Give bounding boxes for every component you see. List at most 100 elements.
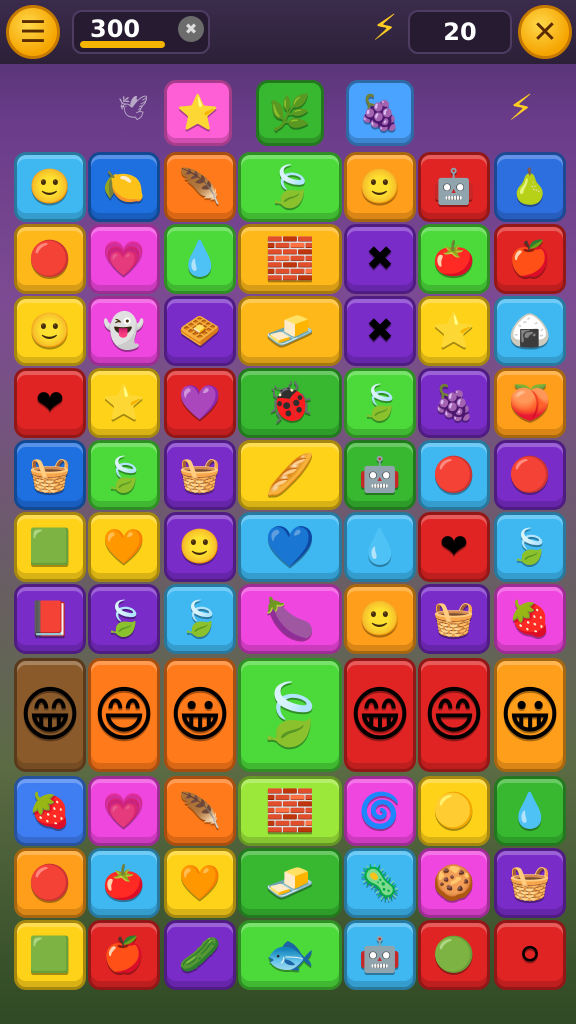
tile-b2c7[interactable]: 🧺: [494, 848, 566, 918]
tile-r5c5[interactable]: 🤖: [344, 440, 416, 510]
tile-r7c6[interactable]: 🧺: [418, 584, 490, 654]
booster-icon[interactable]: ⚡: [508, 88, 533, 129]
tile-t5[interactable]: 😁: [344, 658, 416, 772]
tile-r3c6[interactable]: ⭐: [418, 296, 490, 366]
purple-germ-icon: 🦠: [358, 863, 402, 903]
tile-r3c1[interactable]: 🙂: [14, 296, 86, 366]
tile-t6[interactable]: 😄: [418, 658, 490, 772]
tile-r6c7[interactable]: 🍃: [494, 512, 566, 582]
tile-b2c6[interactable]: 🍪: [418, 848, 490, 918]
orange-brick-icon: 🧈: [265, 308, 315, 354]
tile-r7c5[interactable]: 🙂: [344, 584, 416, 654]
tile-r3c5[interactable]: ✖: [344, 296, 416, 366]
tile-b1c2[interactable]: 💗: [88, 776, 160, 846]
pink-apple-icon: 🍎: [102, 935, 146, 975]
star-candy-icon: ⭐: [176, 93, 220, 133]
tile-b2c1[interactable]: 🔴: [14, 848, 86, 918]
tile-b3c4[interactable]: 🐟: [238, 920, 342, 990]
tile-r7c1[interactable]: 📕: [14, 584, 86, 654]
tile-r5c6[interactable]: 🔴: [418, 440, 490, 510]
tile-r5c3[interactable]: 🧺: [164, 440, 236, 510]
tile-r5c7[interactable]: 🔴: [494, 440, 566, 510]
tile-b3c7[interactable]: ⚪: [494, 920, 566, 990]
tile-r7c4[interactable]: 🍆: [238, 584, 342, 654]
tile-r4c1[interactable]: ❤: [14, 368, 86, 438]
tile-r2c1[interactable]: 🔴: [14, 224, 86, 294]
tile-b3c3[interactable]: 🥒: [164, 920, 236, 990]
tile-r4c6[interactable]: 🍇: [418, 368, 490, 438]
tile-r4c4[interactable]: 🐞: [238, 368, 342, 438]
score-close-icon[interactable]: ✖: [178, 16, 204, 42]
tile-b2c3[interactable]: 🧡: [164, 848, 236, 918]
tile-r7c7[interactable]: 🍓: [494, 584, 566, 654]
purple-berry-icon: 🍇: [358, 93, 402, 133]
tile-b3c6[interactable]: 🟢: [418, 920, 490, 990]
tile-r1c2[interactable]: 🍋: [88, 152, 160, 222]
tile-r6c1[interactable]: 🟩: [14, 512, 86, 582]
pink-heart-icon: 💗: [102, 239, 146, 279]
tile-r1c7[interactable]: 🍐: [494, 152, 566, 222]
tile-b1c7[interactable]: 💧: [494, 776, 566, 846]
tile-b1c5[interactable]: 🌀: [344, 776, 416, 846]
tile-b1c3[interactable]: 🪶: [164, 776, 236, 846]
tile-b2c4[interactable]: 🧈: [238, 848, 342, 918]
tile-r1c3[interactable]: 🪶: [164, 152, 236, 222]
tile-t3[interactable]: 😀: [164, 658, 236, 772]
tile-r2c5[interactable]: ✖: [344, 224, 416, 294]
green-pear-icon: 🍐: [508, 167, 552, 207]
blue-fish-icon: 🐟: [265, 932, 315, 978]
tile-r5c2[interactable]: 🍃: [88, 440, 160, 510]
tile-b1c6[interactable]: 🟡: [418, 776, 490, 846]
tile-r3c3[interactable]: 🧇: [164, 296, 236, 366]
tile-r3c7[interactable]: 🍙: [494, 296, 566, 366]
tile-r2c7[interactable]: 🍎: [494, 224, 566, 294]
tile-b1c4[interactable]: 🧱: [238, 776, 342, 846]
tile-r3c2[interactable]: 👻: [88, 296, 160, 366]
tile-t2[interactable]: 😄: [88, 658, 160, 772]
tile-r1c5[interactable]: 🙂: [344, 152, 416, 222]
tile-r4c2[interactable]: ⭐: [88, 368, 160, 438]
close-button[interactable]: ✕: [518, 5, 572, 59]
green-leaf-icon: 🍃: [508, 527, 552, 567]
tile-r2c2[interactable]: 💗: [88, 224, 160, 294]
tile-r4c3[interactable]: 💜: [164, 368, 236, 438]
tile-b3c2[interactable]: 🍎: [88, 920, 160, 990]
tile-r7c3[interactable]: 🍃: [164, 584, 236, 654]
toast-block-icon: 🧇: [178, 311, 222, 351]
lemon-icon: 🍋: [102, 167, 146, 207]
orange-character-icon: 😀: [168, 680, 232, 750]
tile-r1c1[interactable]: 🙂: [14, 152, 86, 222]
tile-r3c4[interactable]: 🧈: [238, 296, 342, 366]
red-berry-icon: 🍓: [28, 791, 72, 831]
red-ball-icon: 🔴: [28, 239, 72, 279]
tile-r1c4[interactable]: 🍃: [238, 152, 342, 222]
tile-t4[interactable]: 🍃: [238, 658, 342, 772]
tile-r2c3[interactable]: 💧: [164, 224, 236, 294]
tile-r1c6[interactable]: 🤖: [418, 152, 490, 222]
blue-heart-icon: 💙: [265, 524, 315, 570]
tile-b1c1[interactable]: 🍓: [14, 776, 86, 846]
tile-r2c6[interactable]: 🍅: [418, 224, 490, 294]
tile-r7c2[interactable]: 🍃: [88, 584, 160, 654]
tile-r4c5[interactable]: 🍃: [344, 368, 416, 438]
tile-r5c1[interactable]: 🧺: [14, 440, 86, 510]
tile-t1[interactable]: 😁: [14, 658, 86, 772]
tile-r6c4[interactable]: 💙: [238, 512, 342, 582]
tile-b2c5[interactable]: 🦠: [344, 848, 416, 918]
tile-b2c2[interactable]: 🍅: [88, 848, 160, 918]
tile-r2c4[interactable]: 🧱: [238, 224, 342, 294]
target-slot: ⭐: [164, 80, 232, 146]
green-block-face-icon: 🟩: [28, 935, 72, 975]
tile-r4c7[interactable]: 🍑: [494, 368, 566, 438]
score-progress-bar: [80, 41, 165, 48]
white-ghost-icon: 👻: [102, 311, 146, 351]
tile-b3c1[interactable]: 🟩: [14, 920, 86, 990]
tile-b3c5[interactable]: 🤖: [344, 920, 416, 990]
tile-r5c4[interactable]: 🥖: [238, 440, 342, 510]
tile-r6c5[interactable]: 💧: [344, 512, 416, 582]
tile-r6c3[interactable]: 🙂: [164, 512, 236, 582]
tile-t7[interactable]: 😀: [494, 658, 566, 772]
tile-r6c2[interactable]: 🧡: [88, 512, 160, 582]
menu-button[interactable]: ☰: [6, 5, 60, 59]
tile-r6c6[interactable]: ❤: [418, 512, 490, 582]
